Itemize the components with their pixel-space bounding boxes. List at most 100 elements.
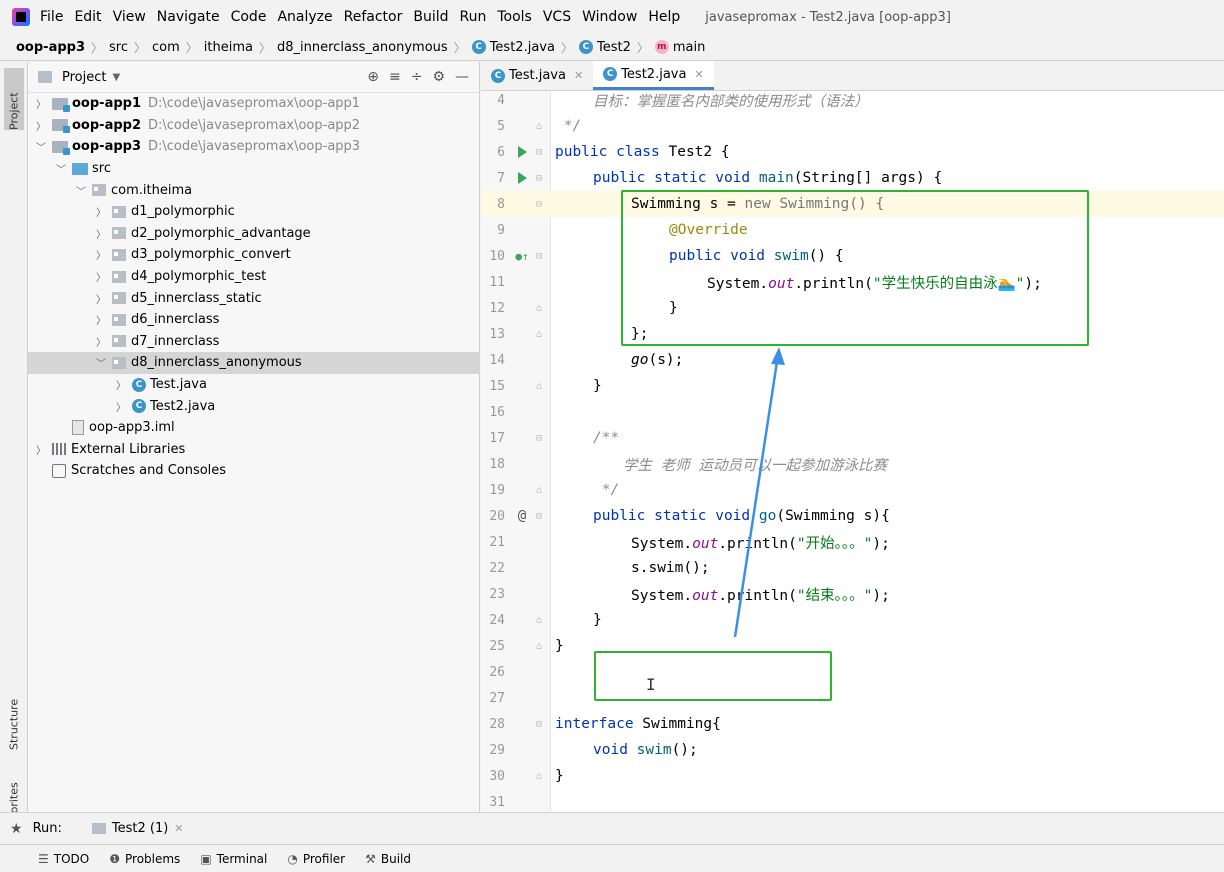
chevron-down-icon[interactable]: ﹀ — [34, 139, 48, 154]
tree-item-package[interactable]: 〉 d1_polymorphic — [28, 201, 480, 223]
tree-item-package[interactable]: 〉 d4_polymorphic_test — [28, 266, 480, 288]
chevron-right-icon[interactable]: 〉 — [94, 226, 108, 241]
chevron-right-icon[interactable]: 〉 — [94, 291, 108, 306]
tab-label: Test.java — [509, 68, 566, 83]
tree-item-label: Scratches and Consoles — [71, 463, 227, 479]
breadcrumb-method-label: main — [672, 39, 706, 55]
menu-run[interactable]: Run — [460, 9, 487, 25]
tab-test2-java[interactable]: C Test2.java ✕ — [593, 61, 714, 90]
tree-item-src[interactable]: ﹀ src — [28, 158, 480, 180]
tree-item-path: D:\code\javasepromax\oop-app3 — [148, 139, 361, 155]
menu-edit[interactable]: Edit — [74, 9, 101, 25]
package-icon — [112, 313, 126, 326]
left-tool-strip: Project Structure Favorites — [0, 62, 28, 832]
tab-test-java[interactable]: C Test.java ✕ — [481, 61, 593, 90]
breadcrumb-com[interactable]: com — [152, 40, 180, 55]
tree-item-file-test[interactable]: 〉 C Test.java — [28, 374, 480, 396]
breadcrumb-project[interactable]: oop-app3 — [16, 40, 85, 55]
module-folder-icon — [52, 140, 70, 155]
chevron-right-icon[interactable]: 〉 — [34, 442, 48, 457]
collapse-all-icon[interactable]: ÷ — [411, 69, 423, 85]
project-view-icon — [38, 71, 52, 83]
problems-button[interactable]: ❶ Problems — [109, 852, 180, 866]
todo-label: TODO — [53, 851, 90, 866]
chevron-right-icon[interactable]: 〉 — [94, 312, 108, 327]
chevron-down-icon[interactable]: ﹀ — [94, 355, 108, 370]
chevron-right-icon[interactable]: 〉 — [114, 399, 128, 414]
tree-item-iml[interactable]: oop-app3.iml — [28, 417, 480, 439]
menu-analyze[interactable]: Analyze — [277, 9, 332, 25]
chevron-down-icon[interactable]: ﹀ — [54, 161, 68, 176]
menu-vcs[interactable]: VCS — [543, 9, 571, 25]
menu-build[interactable]: Build — [413, 9, 448, 25]
chevron-right-icon[interactable]: 〉 — [114, 377, 128, 392]
menu-window[interactable]: Window — [582, 9, 637, 25]
tree-item-package[interactable]: 〉 d3_polymorphic_convert — [28, 244, 480, 266]
tree-item-external-libraries[interactable]: 〉 External Libraries — [28, 439, 480, 461]
breadcrumb: oop-app3 〉 src 〉 com 〉 itheima 〉 d8_inne… — [0, 34, 1224, 61]
tree-item-label: External Libraries — [71, 441, 186, 457]
gear-icon[interactable]: ⚙ — [432, 69, 445, 85]
chevron-right-icon[interactable]: 〉 — [94, 334, 108, 349]
run-label: Run: — [32, 821, 62, 836]
menu-navigate[interactable]: Navigate — [157, 9, 220, 25]
tree-item-label: Test.java — [150, 377, 207, 393]
terminal-button[interactable]: ▣ Terminal — [200, 852, 267, 866]
tree-item-package[interactable]: 〉 d2_polymorphic_advantage — [28, 223, 480, 245]
tree-item-oop-app1[interactable]: 〉 oop-app1 D:\code\javasepromax\oop-app1 — [28, 93, 480, 115]
tree-item-com-itheima[interactable]: ﹀ com.itheima — [28, 179, 480, 201]
tree-item-label: d6_innerclass — [131, 312, 220, 328]
build-button[interactable]: ⚒ Build — [365, 852, 411, 866]
chevron-down-icon[interactable]: ﹀ — [74, 183, 88, 198]
chevron-right-icon[interactable]: 〉 — [94, 247, 108, 262]
locate-target-icon[interactable]: ⊕ — [367, 69, 379, 85]
project-panel: Project ▼ ⊕ ≡ ÷ ⚙ — 〉 oop-app1 D:\code\j… — [28, 62, 480, 812]
breadcrumb-file[interactable]: C Test2.java — [471, 40, 555, 55]
menu-code[interactable]: Code — [231, 9, 267, 25]
run-tab-test2[interactable]: Test2 (1) ✕ — [86, 813, 190, 845]
chevron-down-icon[interactable]: ▼ — [112, 72, 120, 83]
tree-item-file-test2[interactable]: 〉 C Test2.java — [28, 395, 480, 417]
breadcrumb-package[interactable]: d8_innerclass_anonymous — [277, 40, 448, 55]
project-tool-tab[interactable]: Project — [4, 68, 24, 130]
star-icon[interactable]: ★ — [10, 821, 23, 837]
close-icon[interactable]: ✕ — [174, 822, 183, 835]
module-folder-icon — [52, 119, 70, 134]
menu-help[interactable]: Help — [648, 9, 680, 25]
menu-tools[interactable]: Tools — [497, 9, 532, 25]
chevron-right-icon[interactable]: 〉 — [94, 204, 108, 219]
tree-item-label: d4_polymorphic_test — [131, 269, 267, 285]
run-tab-label: Test2 (1) — [111, 821, 169, 836]
breadcrumb-itheima[interactable]: itheima — [204, 40, 253, 55]
structure-tool-tab[interactable]: Structure — [4, 674, 24, 750]
tree-item-oop-app2[interactable]: 〉 oop-app2 D:\code\javasepromax\oop-app2 — [28, 115, 480, 137]
code-area[interactable]: 4 目标：掌握匿名内部类的使用形式（语法） 5 ⌂ */ 6 ⊟ public … — [481, 91, 1224, 812]
tree-item-oop-app3[interactable]: ﹀ oop-app3 D:\code\javasepromax\oop-app3 — [28, 136, 480, 158]
breadcrumb-class[interactable]: C Test2 — [578, 40, 631, 55]
tree-item-scratches[interactable]: Scratches and Consoles — [28, 460, 480, 482]
todo-button[interactable]: ☰ TODO — [38, 852, 89, 866]
editor-tabs: C Test.java ✕ C Test2.java ✕ — [481, 61, 1224, 91]
tree-item-package[interactable]: 〉 d7_innerclass — [28, 331, 480, 353]
project-panel-title[interactable]: Project — [62, 70, 106, 85]
breadcrumb-separator-icon: 〉 — [560, 40, 573, 55]
expand-all-icon[interactable]: ≡ — [389, 69, 401, 85]
project-tree: 〉 oop-app1 D:\code\javasepromax\oop-app1… — [28, 93, 480, 482]
library-icon — [52, 443, 68, 456]
menu-refactor[interactable]: Refactor — [344, 9, 403, 25]
close-icon[interactable]: ✕ — [574, 69, 583, 82]
menu-file[interactable]: File — [40, 9, 63, 25]
breadcrumb-src[interactable]: src — [109, 40, 128, 55]
scratches-icon — [52, 463, 66, 478]
chevron-right-icon[interactable]: 〉 — [34, 96, 48, 111]
tree-item-package-selected[interactable]: ﹀ d8_innerclass_anonymous — [28, 352, 480, 374]
profiler-button[interactable]: ◔ Profiler — [287, 852, 345, 866]
menu-view[interactable]: View — [113, 9, 146, 25]
tree-item-package[interactable]: 〉 d5_innerclass_static — [28, 287, 480, 309]
chevron-right-icon[interactable]: 〉 — [94, 269, 108, 284]
tree-item-package[interactable]: 〉 d6_innerclass — [28, 309, 480, 331]
hide-panel-icon[interactable]: — — [455, 69, 469, 85]
chevron-right-icon[interactable]: 〉 — [34, 118, 48, 133]
breadcrumb-method[interactable]: m main — [654, 39, 706, 55]
close-icon[interactable]: ✕ — [694, 68, 703, 81]
